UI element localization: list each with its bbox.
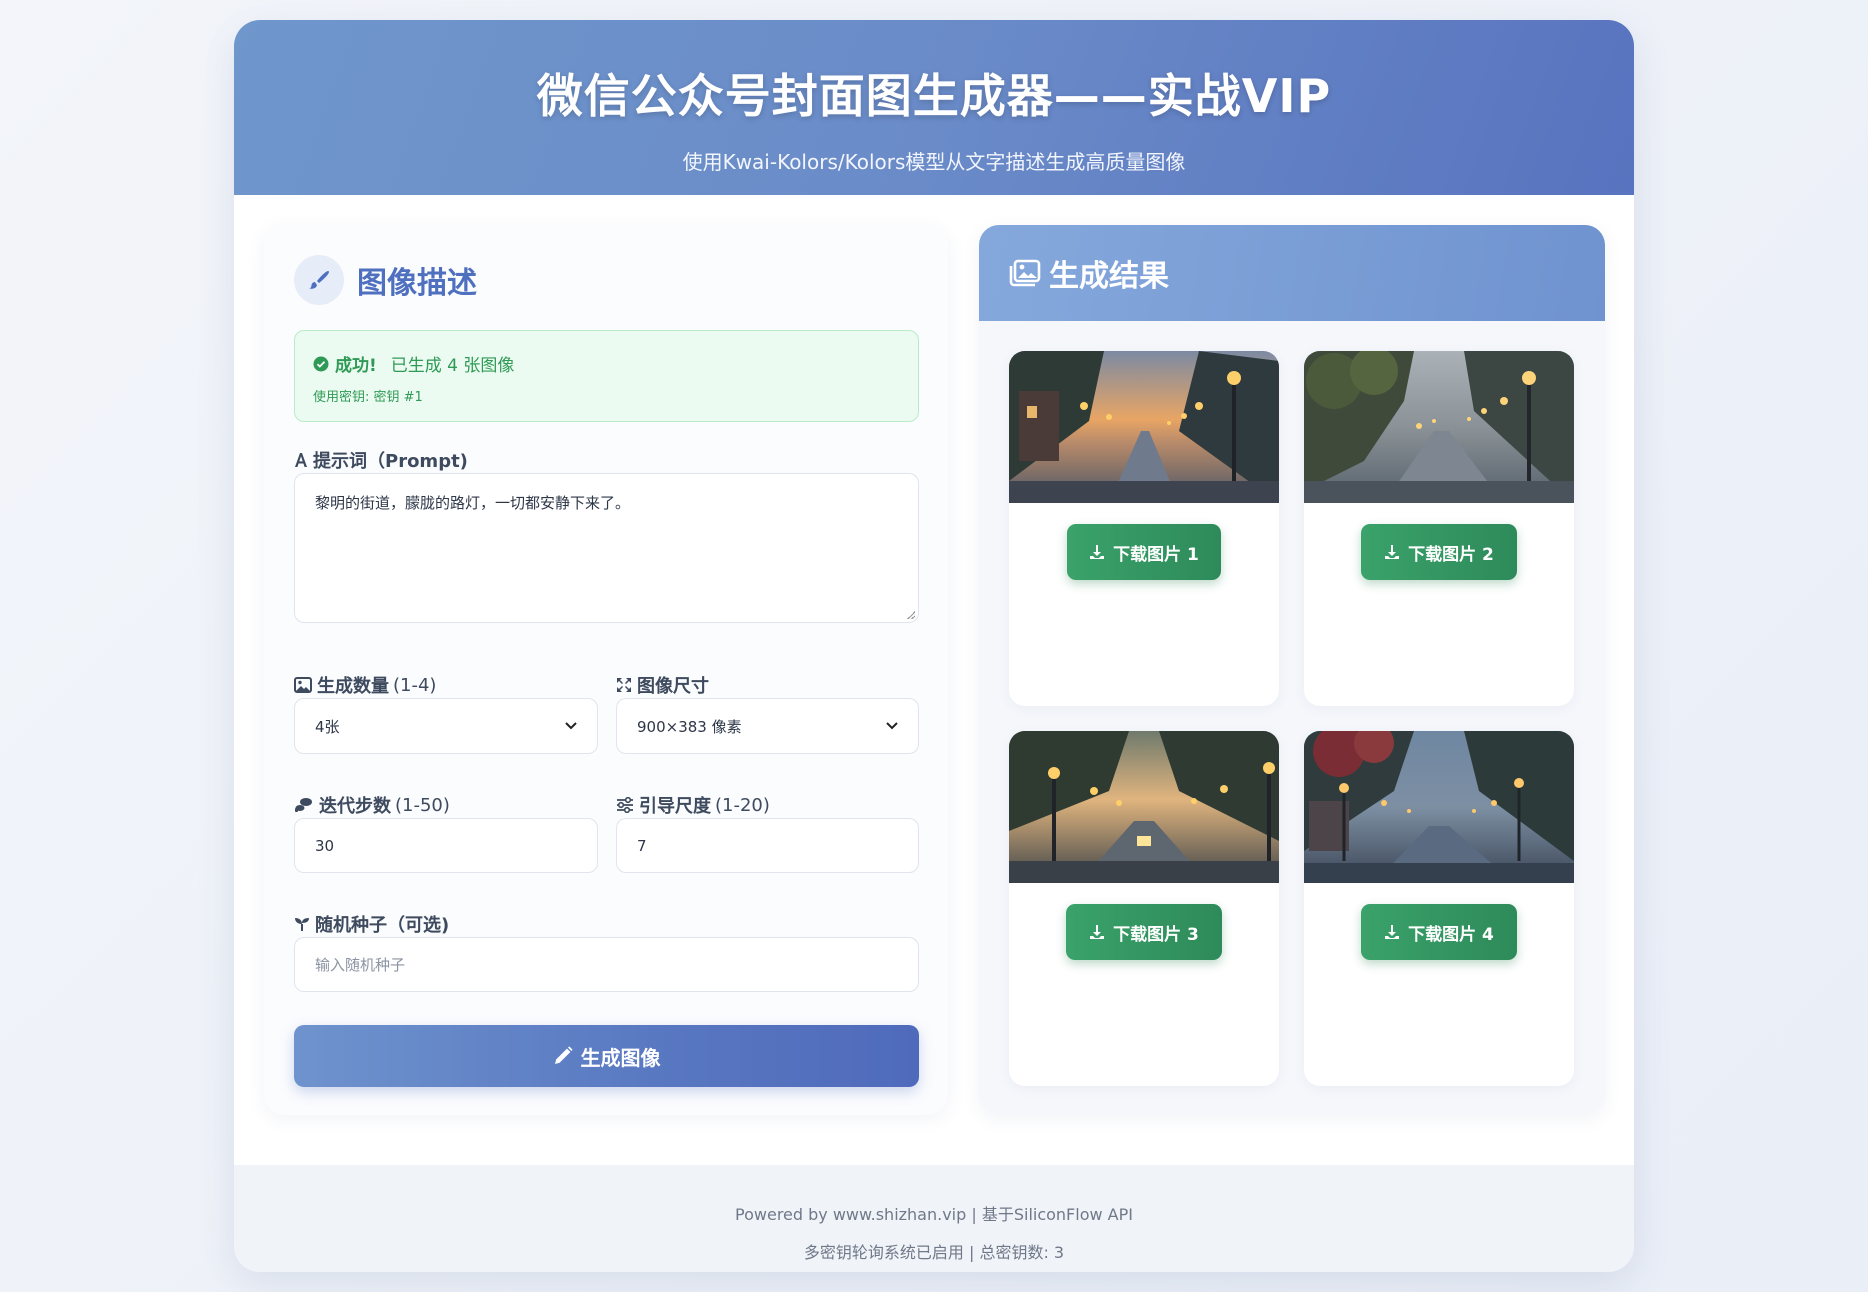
download-icon <box>1385 545 1400 559</box>
download-button-4[interactable]: 下载图片 4 <box>1361 904 1517 960</box>
image-icon <box>294 677 312 693</box>
guidance-input[interactable]: 7 <box>616 818 919 873</box>
download-icon <box>1090 925 1105 939</box>
count-label: 生成数量 (1-4) <box>294 672 436 698</box>
footer-powered-by: Powered by www.shizhan.vip | 基于SiliconFl… <box>735 1205 1133 1224</box>
alert-message: 已生成 4 张图像 <box>390 356 515 376</box>
resize-handle[interactable] <box>907 611 915 619</box>
chevron-down-icon <box>886 722 898 730</box>
result-card-2: 下载图片 2 <box>1304 351 1574 706</box>
results-title: 生成结果 <box>1049 259 1169 294</box>
prompt-label: 提示词（Prompt) <box>294 447 468 473</box>
main-content: 图像描述 成功! 已生成 4 张图像 使用密钥: 密钥 #1 提示词（Promp… <box>234 195 1634 1165</box>
size-select[interactable]: 900×383 像素 <box>616 698 919 754</box>
footprints-icon <box>295 798 312 812</box>
sliders-icon <box>617 797 633 813</box>
generated-image-3[interactable] <box>1009 731 1279 883</box>
prompt-value: 黎明的街道，朦胧的路灯，一切都安静下来了。 <box>315 494 631 512</box>
alert-key-info: 使用密钥: 密钥 #1 <box>313 390 423 405</box>
check-circle-icon <box>313 356 329 371</box>
guidance-label: 引导尺度 (1-20) <box>616 792 770 818</box>
steps-input[interactable]: 30 <box>294 818 598 873</box>
download-icon <box>1090 545 1105 559</box>
description-title: 图像描述 <box>357 266 477 301</box>
text-font-icon <box>295 453 307 467</box>
results-header: 生成结果 <box>979 225 1605 321</box>
size-label: 图像尺寸 <box>616 672 709 698</box>
guidance-value: 7 <box>637 836 647 855</box>
pencil-icon <box>554 1046 573 1064</box>
page-subtitle: 使用Kwai-Kolors/Kolors模型从文字描述生成高质量图像 <box>682 150 1186 174</box>
download-button-3[interactable]: 下载图片 3 <box>1066 904 1222 960</box>
paintbrush-icon <box>294 255 344 305</box>
generate-button[interactable]: 生成图像 <box>294 1025 919 1087</box>
chevron-down-icon <box>565 722 577 730</box>
result-card-1: 下载图片 1 <box>1009 351 1279 706</box>
results-panel: 生成结果 下载图片 1 下载图片 2 下载图片 3 下载图片 4 <box>979 225 1605 1115</box>
app-window: 微信公众号封面图生成器——实战VIP 使用Kwai-Kolors/Kolors模… <box>234 20 1634 1272</box>
download-icon <box>1385 925 1400 939</box>
expand-icon <box>617 678 631 692</box>
generated-image-1[interactable] <box>1009 351 1279 503</box>
description-header: 图像描述 <box>294 255 477 305</box>
count-select[interactable]: 4张 <box>294 698 598 754</box>
page-footer: Powered by www.shizhan.vip | 基于SiliconFl… <box>234 1165 1634 1272</box>
seedling-icon <box>295 918 309 931</box>
alert-status: 成功! <box>335 356 377 376</box>
size-selected: 900×383 像素 <box>637 717 742 736</box>
success-alert: 成功! 已生成 4 张图像 使用密钥: 密钥 #1 <box>294 330 919 422</box>
download-button-2[interactable]: 下载图片 2 <box>1361 524 1517 580</box>
seed-input[interactable]: 输入随机种子 <box>294 937 919 992</box>
prompt-textarea[interactable]: 黎明的街道，朦胧的路灯，一切都安静下来了。 <box>294 473 919 623</box>
page-header: 微信公众号封面图生成器——实战VIP 使用Kwai-Kolors/Kolors模… <box>234 20 1634 195</box>
steps-label: 迭代步数 (1-50) <box>294 792 450 818</box>
page-title: 微信公众号封面图生成器——实战VIP <box>536 69 1332 123</box>
images-icon <box>1009 259 1041 287</box>
seed-placeholder: 输入随机种子 <box>315 956 406 974</box>
steps-value: 30 <box>315 836 335 855</box>
result-card-4: 下载图片 4 <box>1304 731 1574 1086</box>
seed-label: 随机种子（可选) <box>294 911 449 937</box>
footer-key-status: 多密钥轮询系统已启用 | 总密钥数: 3 <box>803 1243 1065 1262</box>
result-card-3: 下载图片 3 <box>1009 731 1279 1086</box>
download-button-1[interactable]: 下载图片 1 <box>1067 524 1221 580</box>
generated-image-4[interactable] <box>1304 731 1574 883</box>
count-selected: 4张 <box>315 717 340 736</box>
generated-image-2[interactable] <box>1304 351 1574 503</box>
description-panel: 图像描述 成功! 已生成 4 张图像 使用密钥: 密钥 #1 提示词（Promp… <box>264 225 948 1115</box>
